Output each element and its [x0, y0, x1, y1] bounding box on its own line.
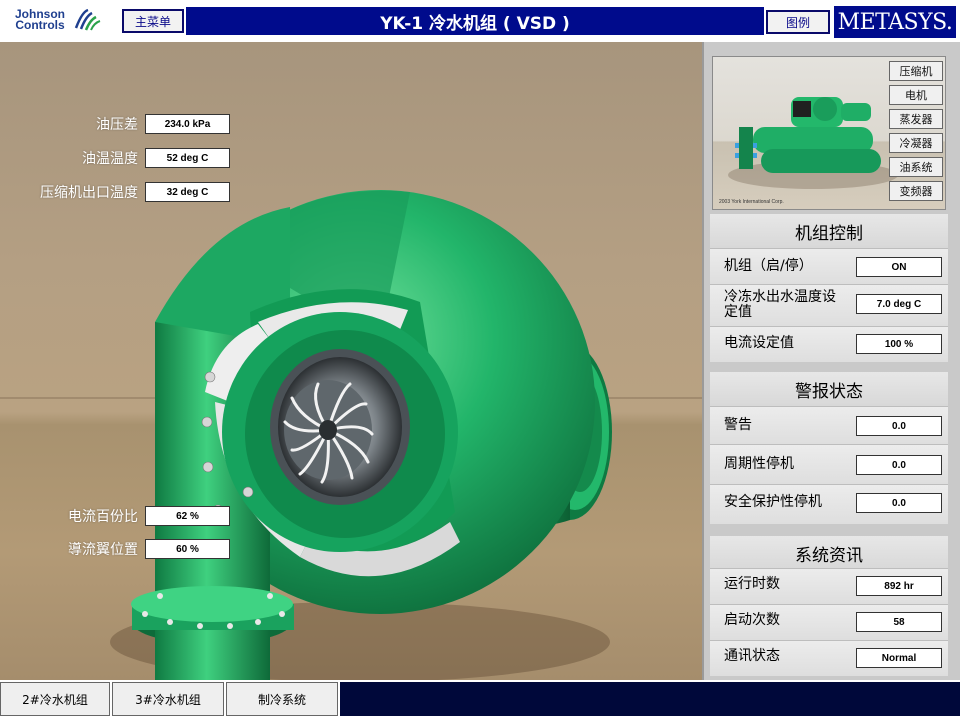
- cycling-shutdown-row: 周期性停机 0.0: [710, 444, 948, 484]
- evaporator-button[interactable]: 蒸发器: [889, 109, 943, 129]
- legend-button[interactable]: 图例: [766, 10, 830, 34]
- page-title: YK-1 冷水机组 ( VSD ): [186, 7, 764, 35]
- safety-shutdown-value: 0.0: [856, 493, 942, 513]
- header: Johnson Controls 主菜单 YK-1 冷水机组 ( VSD ) 图…: [0, 0, 960, 42]
- main-menu-button[interactable]: 主菜单: [122, 9, 184, 33]
- warning-label: 警告: [724, 417, 752, 433]
- chiller-thumbnail: 2003 York International Corp. 压缩机 电机 蒸发器…: [712, 56, 946, 210]
- johnson-controls-logo: Johnson Controls: [4, 6, 104, 34]
- chw-setpoint-value[interactable]: 7.0 deg C: [856, 294, 942, 314]
- bottom-nav: 2#冷水机组 3#冷水机组 制冷系统: [0, 680, 960, 720]
- safety-shutdown-label: 安全保护性停机: [724, 494, 822, 510]
- current-setpoint-value[interactable]: 100 %: [856, 334, 942, 354]
- nav-chiller-3-button[interactable]: 3#冷水机组: [112, 682, 224, 716]
- compressor-outlet-temp-value: 32 deg C: [145, 182, 230, 202]
- cycling-shutdown-value: 0.0: [856, 455, 942, 475]
- run-hours-value: 892 hr: [856, 576, 942, 596]
- current-percent-label: 电流百份比: [68, 509, 138, 525]
- cycling-shutdown-label: 周期性停机: [724, 456, 794, 472]
- unit-control-title: 机组控制: [710, 214, 948, 248]
- jc-swirl-icon: [74, 8, 101, 31]
- start-count-row: 启动次数 58: [710, 604, 948, 640]
- motor-button[interactable]: 电机: [889, 85, 943, 105]
- nav-strip: [340, 682, 960, 716]
- compressor-scene: 油压差 234.0 kPa 油温温度 52 deg C 压缩机出口温度 32 d…: [0, 42, 702, 680]
- comm-status-value: Normal: [856, 648, 942, 668]
- oil-temp-label: 油温温度: [82, 151, 138, 167]
- brand-name: Johnson Controls: [6, 8, 74, 32]
- oil-pressure-diff-label: 油压差: [96, 117, 138, 133]
- comm-status-row: 通讯状态 Normal: [710, 640, 948, 676]
- compressor-button[interactable]: 压缩机: [889, 61, 943, 81]
- oil-temp-value: 52 deg C: [145, 148, 230, 168]
- condenser-button[interactable]: 冷凝器: [889, 133, 943, 153]
- start-count-label: 启动次数: [724, 612, 780, 628]
- unit-start-stop-value[interactable]: ON: [856, 257, 942, 277]
- vfd-button[interactable]: 变频器: [889, 181, 943, 201]
- chw-setpoint-row: 冷冻水出水温度设定值 7.0 deg C: [710, 284, 948, 326]
- chw-setpoint-label: 冷冻水出水温度设定值: [724, 289, 836, 320]
- right-panel: 2003 York International Corp. 压缩机 电机 蒸发器…: [702, 42, 960, 680]
- system-info-title: 系统资讯: [710, 536, 948, 570]
- vane-position-value: 60 %: [145, 539, 230, 559]
- unit-start-stop-label: 机组（启/停）: [724, 258, 813, 274]
- brand-line-2: Controls: [15, 18, 65, 32]
- comm-status-label: 通讯状态: [724, 648, 780, 664]
- unit-start-stop-row: 机组（启/停） ON: [710, 248, 948, 284]
- nav-refrigeration-system-button[interactable]: 制冷系统: [226, 682, 338, 716]
- oil-system-button[interactable]: 油系统: [889, 157, 943, 177]
- safety-shutdown-row: 安全保护性停机 0.0: [710, 484, 948, 524]
- nav-chiller-2-button[interactable]: 2#冷水机组: [0, 682, 110, 716]
- run-hours-label: 运行时数: [724, 576, 780, 592]
- current-setpoint-label: 电流设定值: [724, 335, 794, 351]
- metasys-logo: METASYS.: [834, 6, 956, 38]
- compressor-cutaway-illustration: [110, 190, 612, 680]
- compressor-outlet-temp-label: 压缩机出口温度: [40, 185, 138, 201]
- start-count-value: 58: [856, 612, 942, 632]
- oil-pressure-diff-value: 234.0 kPa: [145, 114, 230, 134]
- vane-position-label: 導流翼位置: [68, 542, 138, 558]
- current-percent-value: 62 %: [145, 506, 230, 526]
- current-setpoint-row: 电流设定值 100 %: [710, 326, 948, 362]
- warning-value: 0.0: [856, 416, 942, 436]
- warning-row: 警告 0.0: [710, 406, 948, 444]
- run-hours-row: 运行时数 892 hr: [710, 568, 948, 604]
- alarm-status-title: 警报状态: [710, 372, 948, 406]
- thumbnail-copyright: 2003 York International Corp.: [719, 199, 784, 205]
